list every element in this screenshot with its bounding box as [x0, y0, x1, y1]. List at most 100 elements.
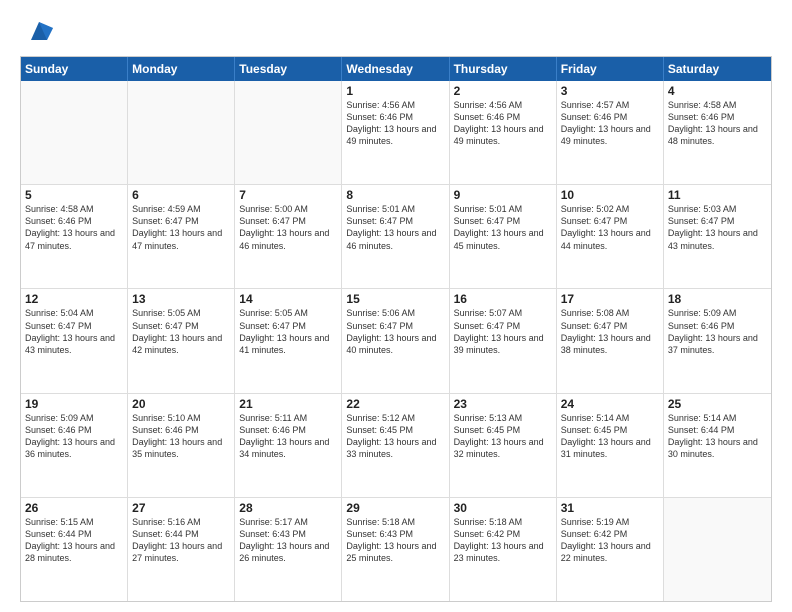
cell-info: Sunrise: 5:05 AM Sunset: 6:47 PM Dayligh…: [239, 307, 337, 356]
calendar-cell: 22Sunrise: 5:12 AM Sunset: 6:45 PM Dayli…: [342, 394, 449, 497]
calendar-cell: 13Sunrise: 5:05 AM Sunset: 6:47 PM Dayli…: [128, 289, 235, 392]
day-number: 23: [454, 397, 552, 411]
cell-info: Sunrise: 5:09 AM Sunset: 6:46 PM Dayligh…: [25, 412, 123, 461]
cell-info: Sunrise: 5:01 AM Sunset: 6:47 PM Dayligh…: [346, 203, 444, 252]
calendar-cell: 7Sunrise: 5:00 AM Sunset: 6:47 PM Daylig…: [235, 185, 342, 288]
calendar-cell: 17Sunrise: 5:08 AM Sunset: 6:47 PM Dayli…: [557, 289, 664, 392]
cell-info: Sunrise: 5:13 AM Sunset: 6:45 PM Dayligh…: [454, 412, 552, 461]
calendar-cell: 2Sunrise: 4:56 AM Sunset: 6:46 PM Daylig…: [450, 81, 557, 184]
cell-info: Sunrise: 5:09 AM Sunset: 6:46 PM Dayligh…: [668, 307, 767, 356]
cell-info: Sunrise: 5:04 AM Sunset: 6:47 PM Dayligh…: [25, 307, 123, 356]
logo: [20, 18, 53, 46]
calendar-cell: 20Sunrise: 5:10 AM Sunset: 6:46 PM Dayli…: [128, 394, 235, 497]
calendar-header-cell: Thursday: [450, 57, 557, 81]
day-number: 9: [454, 188, 552, 202]
day-number: 25: [668, 397, 767, 411]
day-number: 27: [132, 501, 230, 515]
day-number: 17: [561, 292, 659, 306]
calendar-cell: 10Sunrise: 5:02 AM Sunset: 6:47 PM Dayli…: [557, 185, 664, 288]
calendar-cell: 28Sunrise: 5:17 AM Sunset: 6:43 PM Dayli…: [235, 498, 342, 601]
day-number: 2: [454, 84, 552, 98]
cell-info: Sunrise: 5:14 AM Sunset: 6:45 PM Dayligh…: [561, 412, 659, 461]
calendar-cell: 27Sunrise: 5:16 AM Sunset: 6:44 PM Dayli…: [128, 498, 235, 601]
calendar-cell: 12Sunrise: 5:04 AM Sunset: 6:47 PM Dayli…: [21, 289, 128, 392]
day-number: 10: [561, 188, 659, 202]
cell-info: Sunrise: 4:59 AM Sunset: 6:47 PM Dayligh…: [132, 203, 230, 252]
calendar-cell: 18Sunrise: 5:09 AM Sunset: 6:46 PM Dayli…: [664, 289, 771, 392]
calendar-cell: 24Sunrise: 5:14 AM Sunset: 6:45 PM Dayli…: [557, 394, 664, 497]
day-number: 22: [346, 397, 444, 411]
cell-info: Sunrise: 5:18 AM Sunset: 6:42 PM Dayligh…: [454, 516, 552, 565]
header: [20, 18, 772, 46]
cell-info: Sunrise: 5:12 AM Sunset: 6:45 PM Dayligh…: [346, 412, 444, 461]
page: SundayMondayTuesdayWednesdayThursdayFrid…: [0, 0, 792, 612]
cell-info: Sunrise: 5:15 AM Sunset: 6:44 PM Dayligh…: [25, 516, 123, 565]
cell-info: Sunrise: 5:07 AM Sunset: 6:47 PM Dayligh…: [454, 307, 552, 356]
cell-info: Sunrise: 4:58 AM Sunset: 6:46 PM Dayligh…: [668, 99, 767, 148]
calendar-body: 1Sunrise: 4:56 AM Sunset: 6:46 PM Daylig…: [21, 81, 771, 601]
day-number: 4: [668, 84, 767, 98]
day-number: 8: [346, 188, 444, 202]
day-number: 3: [561, 84, 659, 98]
calendar-header-cell: Wednesday: [342, 57, 449, 81]
cell-info: Sunrise: 5:00 AM Sunset: 6:47 PM Dayligh…: [239, 203, 337, 252]
calendar-cell: 8Sunrise: 5:01 AM Sunset: 6:47 PM Daylig…: [342, 185, 449, 288]
calendar-cell: 29Sunrise: 5:18 AM Sunset: 6:43 PM Dayli…: [342, 498, 449, 601]
day-number: 18: [668, 292, 767, 306]
calendar: SundayMondayTuesdayWednesdayThursdayFrid…: [20, 56, 772, 602]
calendar-header-cell: Saturday: [664, 57, 771, 81]
cell-info: Sunrise: 5:11 AM Sunset: 6:46 PM Dayligh…: [239, 412, 337, 461]
cell-info: Sunrise: 4:57 AM Sunset: 6:46 PM Dayligh…: [561, 99, 659, 148]
day-number: 21: [239, 397, 337, 411]
day-number: 5: [25, 188, 123, 202]
calendar-cell: 16Sunrise: 5:07 AM Sunset: 6:47 PM Dayli…: [450, 289, 557, 392]
day-number: 7: [239, 188, 337, 202]
day-number: 12: [25, 292, 123, 306]
calendar-cell: 11Sunrise: 5:03 AM Sunset: 6:47 PM Dayli…: [664, 185, 771, 288]
day-number: 11: [668, 188, 767, 202]
calendar-week-row: 1Sunrise: 4:56 AM Sunset: 6:46 PM Daylig…: [21, 81, 771, 185]
cell-info: Sunrise: 5:17 AM Sunset: 6:43 PM Dayligh…: [239, 516, 337, 565]
day-number: 15: [346, 292, 444, 306]
calendar-cell: 6Sunrise: 4:59 AM Sunset: 6:47 PM Daylig…: [128, 185, 235, 288]
day-number: 13: [132, 292, 230, 306]
cell-info: Sunrise: 5:03 AM Sunset: 6:47 PM Dayligh…: [668, 203, 767, 252]
day-number: 30: [454, 501, 552, 515]
day-number: 29: [346, 501, 444, 515]
calendar-cell: 5Sunrise: 4:58 AM Sunset: 6:46 PM Daylig…: [21, 185, 128, 288]
cell-info: Sunrise: 5:02 AM Sunset: 6:47 PM Dayligh…: [561, 203, 659, 252]
calendar-cell: 9Sunrise: 5:01 AM Sunset: 6:47 PM Daylig…: [450, 185, 557, 288]
day-number: 28: [239, 501, 337, 515]
cell-info: Sunrise: 4:58 AM Sunset: 6:46 PM Dayligh…: [25, 203, 123, 252]
calendar-cell: 19Sunrise: 5:09 AM Sunset: 6:46 PM Dayli…: [21, 394, 128, 497]
calendar-cell: 4Sunrise: 4:58 AM Sunset: 6:46 PM Daylig…: [664, 81, 771, 184]
calendar-cell: [235, 81, 342, 184]
cell-info: Sunrise: 5:05 AM Sunset: 6:47 PM Dayligh…: [132, 307, 230, 356]
calendar-cell: 30Sunrise: 5:18 AM Sunset: 6:42 PM Dayli…: [450, 498, 557, 601]
cell-info: Sunrise: 5:16 AM Sunset: 6:44 PM Dayligh…: [132, 516, 230, 565]
cell-info: Sunrise: 5:14 AM Sunset: 6:44 PM Dayligh…: [668, 412, 767, 461]
calendar-header-cell: Tuesday: [235, 57, 342, 81]
calendar-cell: 23Sunrise: 5:13 AM Sunset: 6:45 PM Dayli…: [450, 394, 557, 497]
calendar-cell: [128, 81, 235, 184]
calendar-week-row: 19Sunrise: 5:09 AM Sunset: 6:46 PM Dayli…: [21, 394, 771, 498]
day-number: 1: [346, 84, 444, 98]
cell-info: Sunrise: 4:56 AM Sunset: 6:46 PM Dayligh…: [346, 99, 444, 148]
day-number: 26: [25, 501, 123, 515]
cell-info: Sunrise: 5:01 AM Sunset: 6:47 PM Dayligh…: [454, 203, 552, 252]
calendar-cell: [21, 81, 128, 184]
day-number: 20: [132, 397, 230, 411]
cell-info: Sunrise: 5:10 AM Sunset: 6:46 PM Dayligh…: [132, 412, 230, 461]
calendar-cell: 1Sunrise: 4:56 AM Sunset: 6:46 PM Daylig…: [342, 81, 449, 184]
calendar-header-cell: Friday: [557, 57, 664, 81]
calendar-cell: 26Sunrise: 5:15 AM Sunset: 6:44 PM Dayli…: [21, 498, 128, 601]
day-number: 16: [454, 292, 552, 306]
calendar-week-row: 12Sunrise: 5:04 AM Sunset: 6:47 PM Dayli…: [21, 289, 771, 393]
cell-info: Sunrise: 5:18 AM Sunset: 6:43 PM Dayligh…: [346, 516, 444, 565]
day-number: 19: [25, 397, 123, 411]
day-number: 31: [561, 501, 659, 515]
day-number: 24: [561, 397, 659, 411]
day-number: 6: [132, 188, 230, 202]
calendar-week-row: 26Sunrise: 5:15 AM Sunset: 6:44 PM Dayli…: [21, 498, 771, 601]
calendar-header-cell: Sunday: [21, 57, 128, 81]
